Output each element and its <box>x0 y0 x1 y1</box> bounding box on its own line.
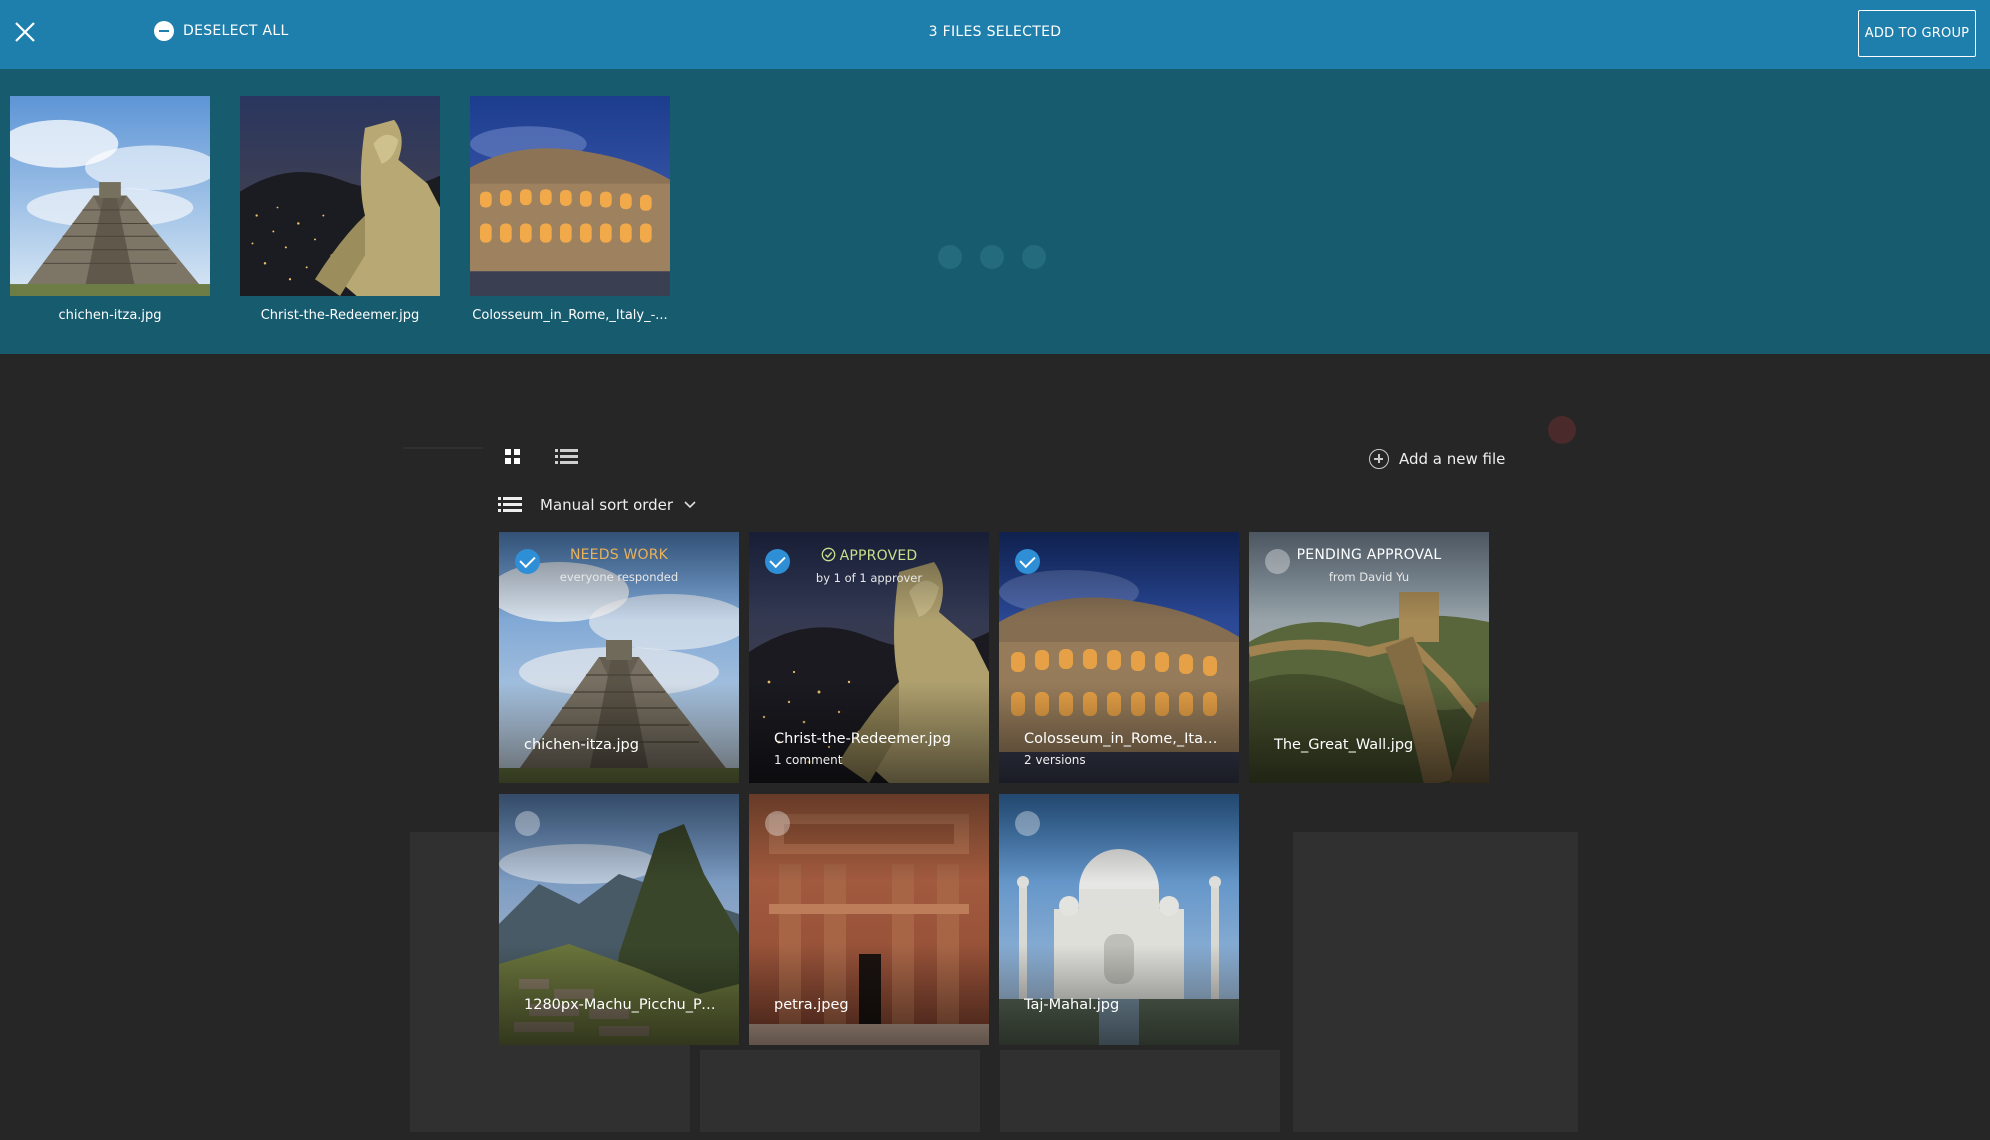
tray-item-name: Colosseum_in_Rome,_Italy_-... <box>472 308 668 323</box>
select-checkbox[interactable] <box>1015 549 1040 574</box>
tray-thumbnail <box>470 96 670 296</box>
ghost-avatar <box>1548 416 1576 444</box>
status-badge: NEEDS WORK <box>569 547 669 563</box>
file-card[interactable]: PENDING APPROVAL from David Yu The_Great… <box>1249 532 1489 783</box>
file-name: 1280px-Machu_Picchu_Pe... <box>524 997 719 1013</box>
ghost-tab-underline <box>403 447 483 449</box>
file-card[interactable]: Colosseum_in_Rome,_Ital... 2 versions <box>999 532 1239 783</box>
file-card[interactable]: Taj-Mahal.jpg <box>999 794 1239 1045</box>
select-checkbox[interactable] <box>765 811 790 836</box>
tray-item-name: chichen-itza.jpg <box>58 308 162 323</box>
file-card[interactable]: NEEDS WORK everyone responded chichen-it… <box>499 532 739 783</box>
file-card[interactable]: APPROVED by 1 of 1 approver Christ-the-R… <box>749 532 989 783</box>
select-checkbox[interactable] <box>515 811 540 836</box>
selection-bar: DESELECT ALL 3 FILES SELECTED ADD TO GRO… <box>0 0 1990 69</box>
grid-icon <box>505 449 520 464</box>
file-name: Taj-Mahal.jpg <box>1024 997 1120 1013</box>
file-card[interactable]: 1280px-Machu_Picchu_Pe... <box>499 794 739 1045</box>
comment-count: 1 comment <box>774 753 843 767</box>
tray-thumbnail <box>10 96 210 296</box>
ghost-card <box>1293 832 1578 1132</box>
ghost-card <box>700 1050 980 1132</box>
status-badge: APPROVED <box>749 547 989 564</box>
tray-item[interactable]: Christ-the-Redeemer.jpg <box>240 96 440 323</box>
file-name: petra.jpeg <box>774 997 849 1013</box>
ghost-card <box>1000 1050 1280 1132</box>
list-view-toggle[interactable] <box>552 446 580 468</box>
check-circle-icon <box>821 547 835 562</box>
list-icon <box>498 497 522 512</box>
selection-tray: chichen-itza.jpg Christ-the-Redeemer.jpg… <box>0 69 1990 354</box>
sort-order-label: Manual sort order <box>540 496 674 514</box>
add-to-group-button[interactable]: ADD TO GROUP <box>1858 10 1976 57</box>
file-name: Colosseum_in_Rome,_Ital... <box>1024 731 1219 747</box>
sort-order-dropdown[interactable]: Manual sort order <box>498 496 697 514</box>
upload-source-icons <box>938 245 1046 269</box>
file-card[interactable]: petra.jpeg <box>749 794 989 1045</box>
list-icon <box>555 449 578 464</box>
add-new-file-button[interactable]: Add a new file <box>1369 449 1505 469</box>
select-checkbox[interactable] <box>1015 811 1040 836</box>
add-new-file-label: Add a new file <box>1399 450 1506 468</box>
selected-count: 3 FILES SELECTED <box>928 24 1062 40</box>
status-badge: PENDING APPROVAL <box>1296 547 1442 563</box>
plus-circle-icon <box>1369 449 1389 469</box>
grid-view-toggle[interactable] <box>499 446 527 468</box>
chevron-down-icon <box>684 501 696 509</box>
file-name: The_Great_Wall.jpg <box>1274 737 1414 753</box>
file-name: chichen-itza.jpg <box>524 737 639 753</box>
file-name: Christ-the-Redeemer.jpg <box>774 731 951 747</box>
version-count: 2 versions <box>1024 753 1086 767</box>
tray-item[interactable]: Colosseum_in_Rome,_Italy_-... <box>470 96 670 323</box>
status-detail: from David Yu <box>1328 570 1410 584</box>
tray-item[interactable]: chichen-itza.jpg <box>10 96 210 323</box>
status-detail: everyone responded <box>559 570 679 584</box>
tray-thumbnail <box>240 96 440 296</box>
tray-item-name: Christ-the-Redeemer.jpg <box>260 308 420 323</box>
status-label: APPROVED <box>839 548 918 564</box>
status-detail: by 1 of 1 approver <box>815 571 923 585</box>
